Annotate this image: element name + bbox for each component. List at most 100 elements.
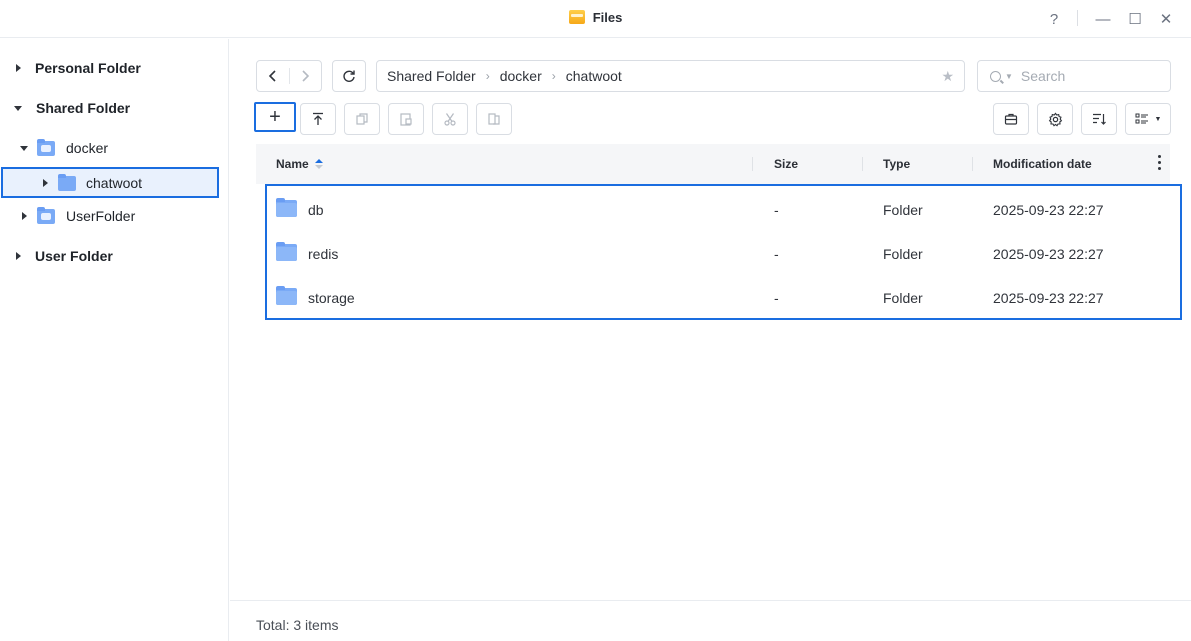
file-type: Folder [883, 202, 923, 218]
sidebar-item-label: Shared Folder [36, 100, 131, 116]
search-input[interactable] [1020, 68, 1141, 84]
search-icon [990, 70, 1001, 82]
nav-buttons [256, 60, 322, 92]
file-name: storage [308, 290, 355, 306]
folder-icon [58, 173, 76, 191]
folder-icon [276, 242, 297, 261]
cut-icon [444, 113, 456, 126]
sort-button[interactable] [1081, 103, 1117, 135]
chevron-right-icon [302, 70, 310, 82]
breadcrumb-item-docker[interactable]: docker [500, 68, 542, 84]
chevron-left-icon [268, 70, 276, 82]
column-header-modified[interactable]: Modification date [993, 157, 1092, 171]
sidebar-item-user-folder[interactable]: User Folder [13, 241, 113, 271]
minimize-button[interactable]: — [1092, 8, 1114, 30]
maximize-button[interactable]: ☐ [1124, 8, 1146, 30]
chevron-down-icon[interactable]: ▼ [1005, 72, 1013, 81]
search-box[interactable]: ▼ [977, 60, 1171, 92]
close-button[interactable]: ✕ [1155, 8, 1177, 30]
column-header-label: Name [276, 157, 309, 171]
caret-right-icon[interactable] [40, 178, 50, 188]
window-title-text: Files [592, 10, 623, 25]
breadcrumb: Shared Folder › docker › chatwoot ★ [376, 60, 965, 92]
help-button[interactable]: ? [1043, 8, 1065, 30]
sidebar-item-chatwoot[interactable]: chatwoot [40, 168, 142, 198]
move-button[interactable] [476, 103, 512, 135]
file-modified: 2025-09-23 22:27 [993, 246, 1104, 262]
file-size: - [774, 290, 779, 306]
breadcrumb-item-chatwoot[interactable]: chatwoot [566, 68, 622, 84]
breadcrumb-separator: › [551, 69, 556, 83]
sidebar-item-docker[interactable]: docker [19, 133, 108, 163]
column-header-name[interactable]: Name [276, 157, 323, 171]
sidebar: Personal Folder Shared Folder docker cha… [0, 39, 229, 641]
table-row[interactable]: storage - Folder 2025-09-23 22:27 [267, 276, 1180, 320]
sidebar-item-label: Personal Folder [35, 60, 141, 76]
move-icon [488, 113, 500, 125]
column-header-type[interactable]: Type [883, 157, 910, 171]
refresh-button[interactable] [332, 60, 366, 92]
upload-button[interactable] [300, 103, 336, 135]
file-list: db - Folder 2025-09-23 22:27 redis - Fol… [265, 184, 1182, 320]
table-row[interactable]: redis - Folder 2025-09-23 22:27 [267, 232, 1180, 276]
back-button[interactable] [257, 61, 289, 91]
paste-button[interactable] [388, 103, 424, 135]
sidebar-item-shared-folder[interactable]: Shared Folder [13, 93, 130, 123]
folder-icon [276, 198, 297, 217]
star-icon[interactable]: ★ [941, 68, 954, 85]
total-items-label: Total: 3 items [256, 617, 339, 633]
sidebar-item-label: UserFolder [66, 208, 136, 224]
shared-folder-icon [37, 138, 55, 156]
window-title: Files [0, 10, 1191, 25]
plus-icon: + [269, 106, 281, 128]
upload-icon [313, 112, 323, 125]
table-header: Name Size Type Modification date [256, 144, 1170, 184]
title-bar: Files ? — ☐ ✕ [0, 0, 1191, 38]
file-size: - [774, 246, 779, 262]
file-modified: 2025-09-23 22:27 [993, 202, 1104, 218]
forward-button[interactable] [290, 61, 322, 91]
sort-ascending-icon [314, 159, 323, 169]
title-separator [1077, 10, 1078, 26]
sidebar-item-personal-folder[interactable]: Personal Folder [13, 53, 141, 83]
new-button[interactable]: + [254, 102, 296, 132]
paste-icon [400, 113, 412, 126]
caret-right-icon[interactable] [19, 211, 29, 221]
settings-button[interactable] [1037, 103, 1073, 135]
file-size: - [774, 202, 779, 218]
caret-down-icon[interactable] [19, 143, 29, 153]
table-row[interactable]: db - Folder 2025-09-23 22:27 [267, 188, 1180, 232]
copy-icon [356, 113, 368, 125]
sidebar-item-userfolder[interactable]: UserFolder [19, 201, 135, 231]
status-bar: Total: 3 items [230, 600, 1191, 641]
column-header-size[interactable]: Size [774, 157, 798, 171]
refresh-icon [343, 70, 355, 82]
cut-button[interactable] [432, 103, 468, 135]
caret-right-icon[interactable] [13, 251, 23, 261]
breadcrumb-item-shared-folder[interactable]: Shared Folder [387, 68, 476, 84]
sidebar-item-label: chatwoot [86, 175, 143, 191]
more-options-icon[interactable] [1158, 155, 1162, 171]
users-folder-icon [37, 206, 55, 224]
sidebar-item-label: docker [66, 140, 109, 156]
view-mode-button[interactable]: ▼ [1125, 103, 1171, 135]
copy-button[interactable] [344, 103, 380, 135]
file-name: db [308, 202, 324, 218]
chevron-down-icon: ▼ [1154, 115, 1162, 123]
folder-icon [276, 286, 297, 305]
list-view-icon [1135, 113, 1148, 124]
file-modified: 2025-09-23 22:27 [993, 290, 1104, 306]
briefcase-button[interactable] [993, 103, 1029, 135]
breadcrumb-separator: › [485, 69, 490, 83]
briefcase-icon [1004, 113, 1018, 125]
main-panel: Shared Folder › docker › chatwoot ★ ▼ + … [230, 39, 1191, 641]
file-name: redis [308, 246, 339, 262]
caret-right-icon[interactable] [13, 63, 23, 73]
sidebar-item-label: User Folder [35, 248, 113, 264]
caret-down-icon[interactable] [13, 103, 23, 113]
sort-icon [1093, 113, 1106, 125]
file-type: Folder [883, 290, 923, 306]
gear-icon [1048, 111, 1062, 127]
files-app-icon [568, 10, 585, 24]
file-type: Folder [883, 246, 923, 262]
